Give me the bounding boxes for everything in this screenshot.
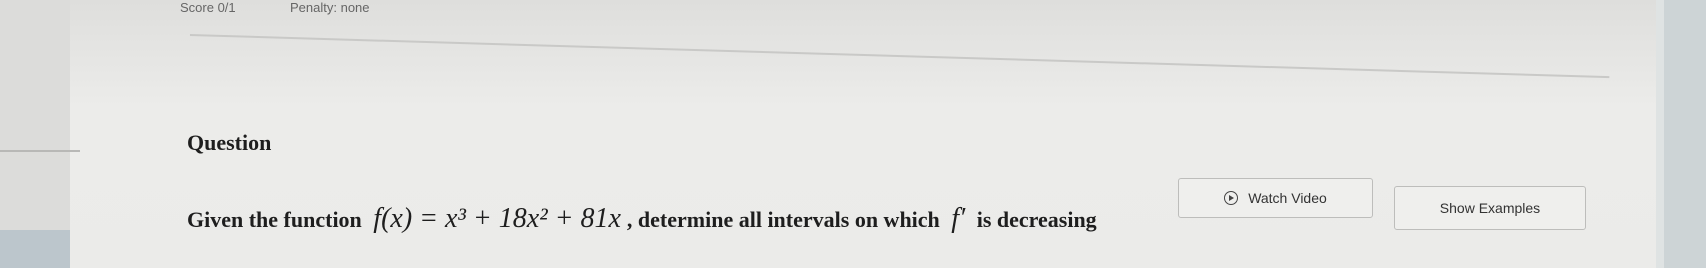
- right-scrollbar-area[interactable]: [1656, 0, 1706, 268]
- watch-video-button[interactable]: Watch Video: [1178, 178, 1373, 218]
- score-text: Score 0/1: [180, 0, 236, 15]
- derivative-symbol: f′: [951, 203, 966, 234]
- watch-video-label: Watch Video: [1248, 190, 1327, 206]
- question-prompt: Given the function f(x) = x³ + 18x² + 81…: [187, 203, 1097, 235]
- play-circle-icon: [1224, 191, 1239, 205]
- right-strip-divider: [1656, 0, 1664, 268]
- prompt-end: is decreasing: [976, 207, 1097, 232]
- prompt-start: Given the function: [187, 207, 362, 232]
- show-examples-button[interactable]: Show Examples: [1394, 186, 1586, 230]
- prompt-middle: , determine all intervals on which: [626, 207, 940, 232]
- penalty-text: Penalty: none: [290, 0, 370, 15]
- show-examples-label: Show Examples: [1439, 200, 1541, 216]
- left-divider: [0, 150, 80, 152]
- function-expression: f(x) = x³ + 18x² + 81x: [373, 203, 621, 234]
- left-margin: [0, 0, 70, 268]
- left-sidebar-block: [0, 230, 70, 268]
- question-heading: Question: [187, 130, 272, 155]
